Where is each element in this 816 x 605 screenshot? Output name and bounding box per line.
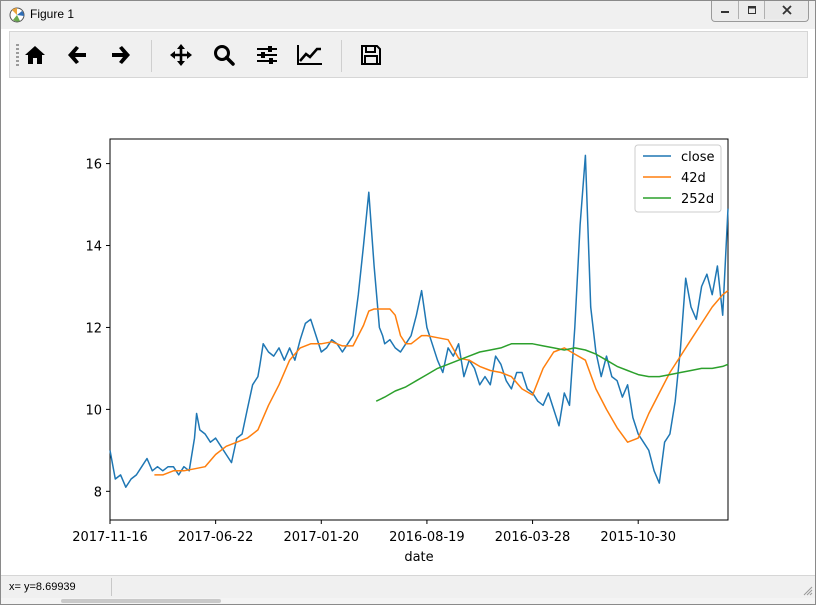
move-icon	[170, 44, 192, 66]
x-tick-label: 2016-08-19	[389, 530, 465, 545]
pan-button[interactable]	[166, 40, 196, 70]
floppy-disk-icon	[361, 45, 381, 65]
x-tick-label: 2016-03-28	[495, 530, 571, 545]
arrow-left-icon	[68, 46, 86, 64]
x-tick-label: 2017-11-16	[72, 530, 148, 545]
line-chart[interactable]: 8 10 12 14 16 2017-11-16 2017-06-22 2017-01-20…	[9, 78, 808, 574]
minimize-button[interactable]	[712, 1, 738, 19]
home-button[interactable]	[20, 40, 50, 70]
toolbar-grip[interactable]	[16, 44, 19, 66]
horizontal-scrollbar[interactable]	[1, 598, 815, 604]
toolbar-separator	[151, 40, 152, 72]
save-button[interactable]	[356, 40, 386, 70]
x-tick-label: 2017-06-22	[178, 530, 254, 545]
forward-button[interactable]	[105, 40, 135, 70]
restore-icon	[747, 6, 756, 14]
subplots-button[interactable]	[252, 40, 282, 70]
legend-label-252d: 252d	[681, 192, 714, 207]
matplotlib-app-icon	[9, 7, 25, 23]
y-tick-label: 14	[85, 240, 102, 255]
resize-grip-icon[interactable]	[803, 586, 813, 596]
toolbar-separator	[341, 40, 342, 72]
scrollbar-thumb[interactable]	[61, 599, 221, 603]
window-title: Figure 1	[30, 7, 75, 21]
home-icon	[25, 46, 45, 64]
cursor-coordinates: x= y=8.69939	[9, 581, 76, 593]
y-tick-label: 10	[85, 403, 102, 418]
legend-label-42d: 42d	[681, 171, 706, 186]
y-tick-label: 16	[85, 158, 102, 173]
maximize-button[interactable]	[738, 1, 764, 19]
zoom-button[interactable]	[209, 40, 239, 70]
back-button[interactable]	[63, 40, 93, 70]
edit-axes-button[interactable]	[295, 40, 325, 70]
legend-label-close: close	[681, 150, 714, 165]
sliders-icon	[257, 46, 277, 64]
magnifier-icon	[214, 45, 235, 66]
window-controls	[711, 1, 809, 22]
close-button[interactable]	[764, 1, 808, 19]
arrow-right-icon	[112, 46, 130, 64]
x-tick-label: 2017-01-20	[284, 530, 360, 545]
figure-canvas[interactable]: 8 10 12 14 16 2017-11-16 2017-06-22 2017-01-20…	[9, 78, 808, 574]
y-tick-label: 12	[85, 321, 102, 336]
navigation-toolbar	[9, 31, 808, 78]
y-tick-label: 8	[94, 485, 102, 500]
figure-window: Figure 1 8 10 12 14 16 2017-11-16 2017-0…	[0, 0, 816, 605]
status-separator	[111, 578, 112, 596]
close-icon	[781, 5, 792, 15]
minimize-icon	[721, 11, 729, 13]
status-bar: x= y=8.69939	[1, 575, 815, 598]
title-bar[interactable]: Figure 1	[1, 1, 815, 29]
line-chart-icon	[297, 45, 322, 65]
legend: close 42d 252d	[634, 144, 722, 213]
x-tick-label: 2015-10-30	[600, 530, 676, 545]
x-axis-label: date	[404, 550, 433, 565]
